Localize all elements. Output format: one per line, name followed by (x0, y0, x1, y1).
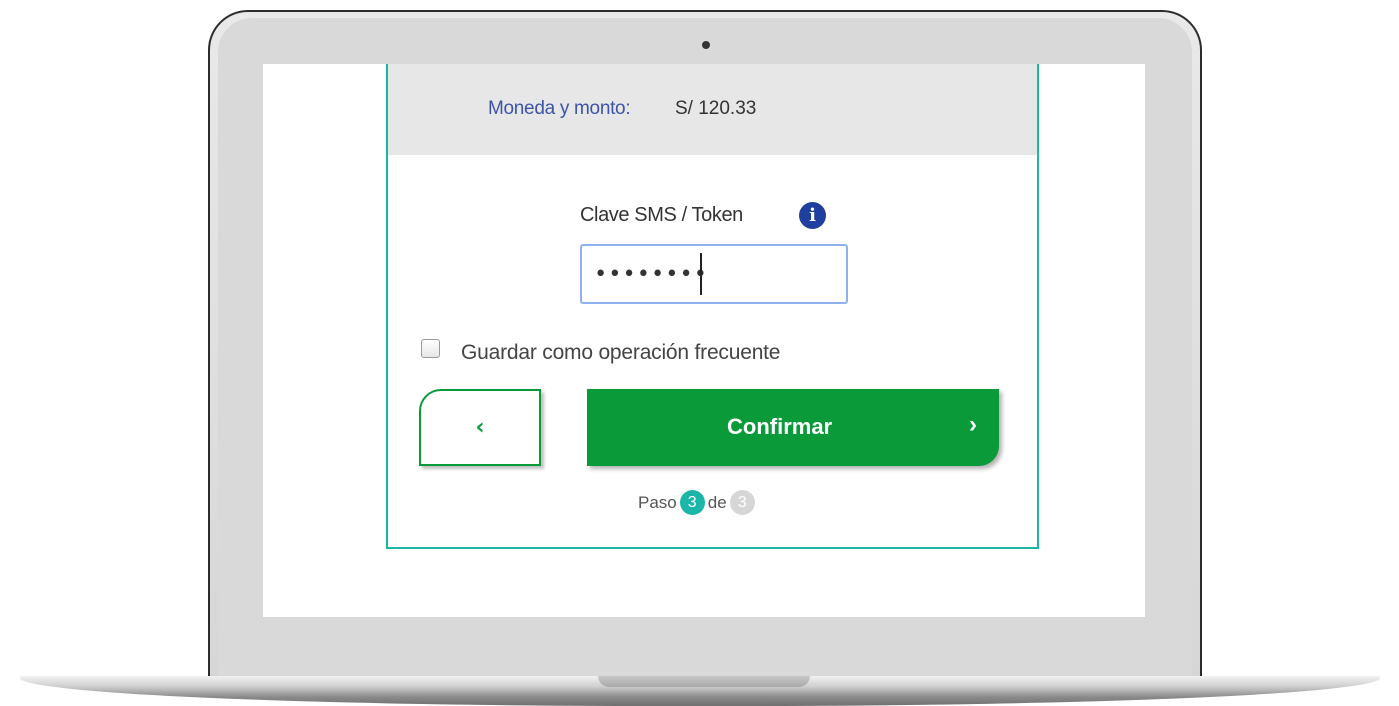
save-frequent-label[interactable]: Guardar como operación frecuente (461, 341, 780, 365)
token-label: Clave SMS / Token (580, 204, 743, 226)
total-steps-badge: 3 (729, 490, 755, 515)
info-icon[interactable]: i (799, 202, 826, 229)
token-confirmation-panel: Moneda y monto: S/ 120.33 Clave SMS / To… (386, 64, 1039, 549)
laptop-screen: Moneda y monto: S/ 120.33 Clave SMS / To… (263, 64, 1145, 617)
chevron-left-icon: ‹ (475, 415, 485, 440)
text-caret (700, 253, 702, 295)
camera-icon (702, 41, 710, 49)
step-prefix: Paso (638, 492, 677, 512)
amount-value: S/ 120.33 (675, 98, 757, 119)
token-input[interactable] (580, 244, 848, 304)
step-separator: de (707, 492, 727, 512)
current-step-badge: 3 (679, 490, 705, 515)
save-frequent-checkbox[interactable] (421, 339, 440, 358)
confirm-button[interactable]: Confirmar › (587, 389, 999, 466)
step-indicator: Paso 3 de 3 (638, 490, 758, 515)
confirm-label: Confirmar (727, 414, 833, 439)
back-button[interactable]: ‹ (419, 389, 541, 466)
laptop-notch (598, 676, 810, 687)
operation-summary: Moneda y monto: S/ 120.33 (388, 64, 1037, 155)
amount-label: Moneda y monto: (488, 98, 631, 119)
chevron-right-icon: › (969, 411, 977, 438)
